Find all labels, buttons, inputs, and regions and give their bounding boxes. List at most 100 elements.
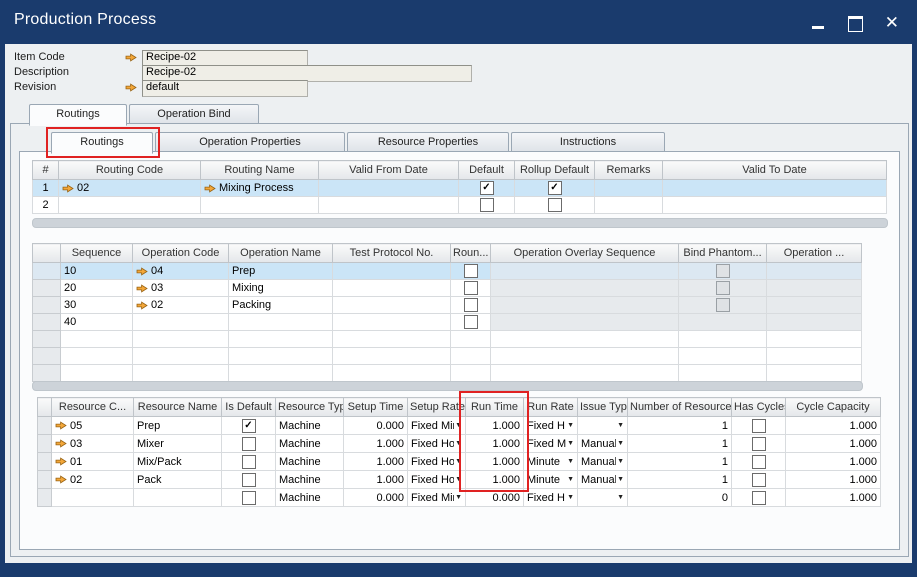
col-has-cycles[interactable]: Has Cycles [732,398,786,417]
resource-code-cell[interactable]: 01 [52,453,134,471]
col-valid-from-date[interactable]: Valid From Date [319,161,459,180]
dropdown-arrow-icon[interactable]: ▼ [454,476,462,483]
issue-type-cell[interactable]: ▼ [578,417,628,435]
has-cycles-checkbox[interactable]: ✓ [752,455,766,469]
issue-type-cell[interactable]: Manual▼ [578,471,628,489]
dropdown-arrow-icon[interactable]: ▼ [616,422,624,429]
close-button[interactable]: ✕ [885,15,899,30]
run-time-cell[interactable]: 1.000 [466,453,524,471]
number-of-resources-cell[interactable]: 1 [628,435,732,453]
link-arrow-icon[interactable] [136,284,148,293]
dropdown-arrow-icon[interactable]: ▼ [566,422,574,429]
col-routing-code[interactable]: Routing Code [59,161,201,180]
revision-field[interactable]: default [142,80,308,97]
dropdown-arrow-icon[interactable]: ▼ [616,494,624,501]
operation-code-cell[interactable] [133,348,229,365]
resource-name-cell[interactable] [134,489,222,507]
link-arrow-icon[interactable] [125,83,137,92]
remarks-cell[interactable] [595,180,663,197]
run-time-cell[interactable]: 1.000 [466,471,524,489]
number-of-resources-cell[interactable]: 1 [628,471,732,489]
resource-name-cell[interactable]: Pack [134,471,222,489]
is-default-checkbox[interactable]: ✓ [242,419,256,433]
run-rate-cell[interactable]: Minute▼ [524,471,578,489]
resource-row[interactable]: 02 Pack ✓ Machine 1.000 Fixed Ho▼ 1.000 … [38,471,881,489]
operation-name-cell[interactable]: Prep [229,263,333,280]
test-protocol-cell[interactable] [333,348,451,365]
row-selector-cell[interactable] [38,489,52,507]
col-is-default[interactable]: Is Default [222,398,276,417]
col-num[interactable]: # [33,161,59,180]
link-arrow-icon[interactable] [55,457,67,466]
routing-name-cell[interactable] [201,197,319,214]
resource-type-cell[interactable]: Machine [276,471,344,489]
cycle-capacity-cell[interactable]: 1.000 [786,489,881,507]
col-valid-to-date[interactable]: Valid To Date [663,161,887,180]
has-cycles-checkbox[interactable]: ✓ [752,491,766,505]
operation-row[interactable]: 20 03 Mixing ✓ ✓ [33,280,862,297]
operation-name-cell[interactable]: Mixing [229,280,333,297]
rollup-default-checkbox[interactable]: ✓ [548,181,562,195]
round-cell[interactable] [451,348,491,365]
valid-to-cell[interactable] [663,197,887,214]
operation-row[interactable] [33,348,862,365]
sequence-cell[interactable]: 20 [61,280,133,297]
row-num-cell[interactable]: 2 [33,197,59,214]
resource-row[interactable]: 01 Mix/Pack ✓ Machine 1.000 Fixed Ho▼ 1.… [38,453,881,471]
col-round[interactable]: Roun... [451,244,491,263]
row-selector-cell[interactable] [33,280,61,297]
dropdown-arrow-icon[interactable]: ▼ [566,494,574,501]
resource-row[interactable]: 05 Prep ✓ Machine 0.000 Fixed Mir▼ 1.000… [38,417,881,435]
round-checkbox[interactable]: ✓ [464,315,478,329]
operation-row[interactable] [33,331,862,348]
run-time-cell[interactable]: 1.000 [466,417,524,435]
dropdown-arrow-icon[interactable]: ▼ [566,476,574,483]
col-rollup-default[interactable]: Rollup Default [515,161,595,180]
operation-row[interactable]: 40 ✓ [33,314,862,331]
col-routing-name[interactable]: Routing Name [201,161,319,180]
col-operation-name[interactable]: Operation Name [229,244,333,263]
operation-code-cell[interactable]: 04 [133,263,229,280]
test-protocol-cell[interactable] [333,314,451,331]
col-issue-type[interactable]: Issue Type [578,398,628,417]
col-resource-type[interactable]: Resource Type [276,398,344,417]
round-cell[interactable] [451,331,491,348]
run-time-cell[interactable]: 1.000 [466,435,524,453]
resource-type-cell[interactable]: Machine [276,453,344,471]
operation-name-cell[interactable] [229,348,333,365]
operation-code-cell[interactable] [133,331,229,348]
row-selector-cell[interactable] [33,314,61,331]
row-selector-cell[interactable] [33,297,61,314]
dropdown-arrow-icon[interactable]: ▼ [454,458,462,465]
resource-row[interactable]: 03 Mixer ✓ Machine 1.000 Fixed Ho▼ 1.000… [38,435,881,453]
has-cycles-checkbox[interactable]: ✓ [752,419,766,433]
setup-time-cell[interactable]: 0.000 [344,489,408,507]
tab-routings[interactable]: Routings [29,104,127,126]
setup-rate-cell[interactable]: Fixed Ho▼ [408,453,466,471]
resource-code-cell[interactable]: 03 [52,435,134,453]
run-time-cell[interactable]: 0.000 [466,489,524,507]
resource-name-cell[interactable]: Mix/Pack [134,453,222,471]
routing-code-cell[interactable]: 02 [59,180,201,197]
is-default-checkbox[interactable]: ✓ [242,455,256,469]
row-selector-cell[interactable] [33,365,61,382]
maximize-button[interactable] [848,15,863,30]
number-of-resources-cell[interactable]: 1 [628,453,732,471]
dropdown-arrow-icon[interactable]: ▼ [566,440,574,447]
issue-type-cell[interactable]: Manual▼ [578,453,628,471]
col-setup-rate[interactable]: Setup Rate [408,398,466,417]
resource-name-cell[interactable]: Prep [134,417,222,435]
col-run-rate[interactable]: Run Rate [524,398,578,417]
resource-type-cell[interactable]: Machine [276,489,344,507]
routing-row[interactable]: 2 ✓ ✓ [33,197,887,214]
rollup-default-checkbox[interactable]: ✓ [548,198,562,212]
col-setup-time[interactable]: Setup Time [344,398,408,417]
operation-code-cell[interactable] [133,314,229,331]
is-default-checkbox[interactable]: ✓ [242,491,256,505]
col-row-select[interactable] [33,244,61,263]
col-remarks[interactable]: Remarks [595,161,663,180]
col-operation-code[interactable]: Operation Code [133,244,229,263]
routing-code-cell[interactable] [59,197,201,214]
operation-code-cell[interactable] [133,365,229,382]
default-checkbox[interactable]: ✓ [480,181,494,195]
